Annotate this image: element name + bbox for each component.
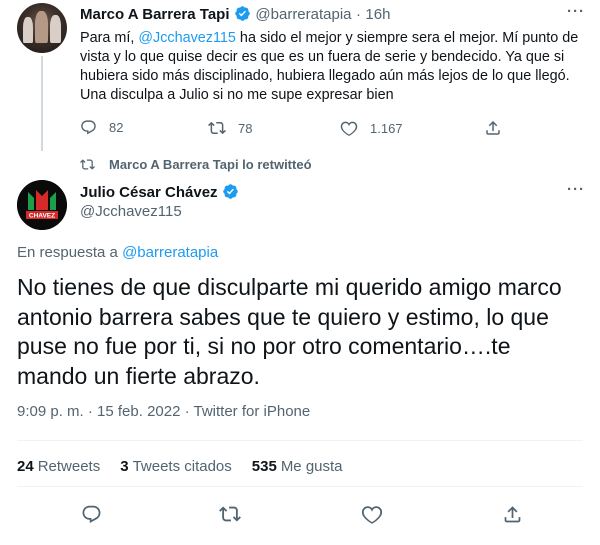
share-button[interactable] bbox=[478, 113, 508, 143]
retweet-banner[interactable]: Marco A Barrera Tapi lo retwitteó bbox=[80, 157, 312, 172]
retweets-label: Retweets bbox=[37, 458, 101, 475]
tweet-timestamp[interactable]: 9:09 p. m. · 15 feb. 2022 · Twitter for … bbox=[17, 403, 310, 420]
retweet-button[interactable] bbox=[215, 499, 245, 529]
tweet-text-part: Para mí, bbox=[80, 30, 139, 46]
more-icon[interactable]: ··· bbox=[567, 181, 585, 198]
retweet-icon bbox=[219, 506, 241, 522]
likes-stat[interactable]: 535 Me gusta bbox=[252, 458, 343, 475]
mention-link[interactable]: @Jcchavez115 bbox=[138, 30, 236, 46]
divider bbox=[17, 486, 583, 487]
separator: · bbox=[355, 6, 361, 23]
tweet2-name-row: Julio César Chávez bbox=[80, 183, 239, 202]
retweets-count: 24 bbox=[17, 458, 34, 475]
reply-button[interactable] bbox=[76, 499, 106, 529]
quotes-stat[interactable]: 3 Tweets citados bbox=[120, 458, 232, 475]
author-handle[interactable]: @Jcchavez115 bbox=[80, 203, 182, 220]
avatar-text: CHAVEZ bbox=[29, 213, 55, 220]
share-icon bbox=[504, 505, 520, 522]
quotes-count: 3 bbox=[120, 458, 129, 475]
more-icon[interactable]: ··· bbox=[567, 3, 585, 20]
verified-icon bbox=[235, 6, 250, 21]
share-button[interactable] bbox=[497, 499, 527, 529]
retweet-button[interactable]: 78 bbox=[208, 119, 252, 137]
reply-to-prefix: En respuesta a bbox=[17, 244, 123, 261]
chavez-logo-icon: CHAVEZ bbox=[17, 180, 67, 230]
like-count: 1.167 bbox=[370, 120, 403, 136]
verified-icon bbox=[223, 184, 238, 199]
retweet-count: 78 bbox=[238, 120, 253, 136]
avatar-barreratapia[interactable] bbox=[17, 3, 67, 53]
engagement-stats: 24 Retweets 3 Tweets citados 535 Me gusta bbox=[17, 458, 363, 475]
reply-button[interactable]: 82 bbox=[80, 119, 123, 136]
tweet1-header: Marco A Barrera Tapi @barreratapia · 16h bbox=[80, 5, 390, 24]
reply-icon bbox=[82, 505, 100, 523]
like-icon bbox=[361, 506, 383, 524]
author-name[interactable]: Julio César Chávez bbox=[80, 184, 218, 201]
author-name[interactable]: Marco A Barrera Tapi bbox=[80, 6, 230, 23]
like-button[interactable]: 1.167 bbox=[340, 119, 403, 137]
likes-label: Me gusta bbox=[280, 458, 343, 475]
tweet2-text: No tienes de que disculparte mi querido … bbox=[17, 274, 562, 389]
author-handle[interactable]: @barreratapia bbox=[255, 6, 351, 23]
retweet-icon bbox=[208, 121, 226, 135]
thread-line bbox=[41, 56, 43, 151]
share-icon bbox=[486, 120, 500, 135]
like-icon bbox=[340, 121, 358, 137]
likes-count: 535 bbox=[251, 458, 277, 475]
reply-to-mention[interactable]: @barreratapia bbox=[122, 244, 218, 261]
retweets-stat[interactable]: 24 Retweets bbox=[17, 458, 100, 475]
retweet-banner-text: Marco A Barrera Tapi lo retwitteó bbox=[109, 157, 312, 172]
divider bbox=[17, 440, 583, 441]
like-button[interactable] bbox=[357, 499, 387, 529]
tweet-time[interactable]: 16h bbox=[365, 6, 390, 23]
reply-count: 82 bbox=[109, 120, 124, 135]
avatar-jcchavez115[interactable]: CHAVEZ bbox=[17, 180, 67, 230]
reply-icon bbox=[81, 120, 96, 135]
tweet1-text: Para mí, @Jcchavez115 ha sido el mejor y… bbox=[80, 29, 595, 105]
retweet-icon bbox=[80, 159, 95, 170]
reply-to-line: En respuesta a @barreratapia bbox=[17, 244, 218, 261]
quotes-label: Tweets citados bbox=[132, 458, 232, 475]
